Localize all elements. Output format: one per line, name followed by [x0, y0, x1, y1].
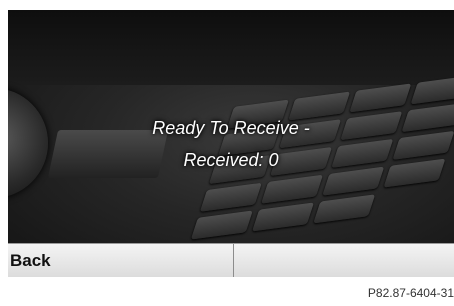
figure-caption: P82.87-6404-31 [367, 286, 454, 300]
status-message-line2: Received: 0 [183, 150, 279, 170]
back-button[interactable]: Back [8, 244, 234, 277]
controller-knob-photo [8, 88, 48, 198]
background-band [8, 10, 454, 85]
status-message-line1: Ready To Receive - [152, 118, 310, 138]
empty-softkey[interactable] [235, 244, 454, 277]
bottom-bar: Back [8, 243, 454, 277]
